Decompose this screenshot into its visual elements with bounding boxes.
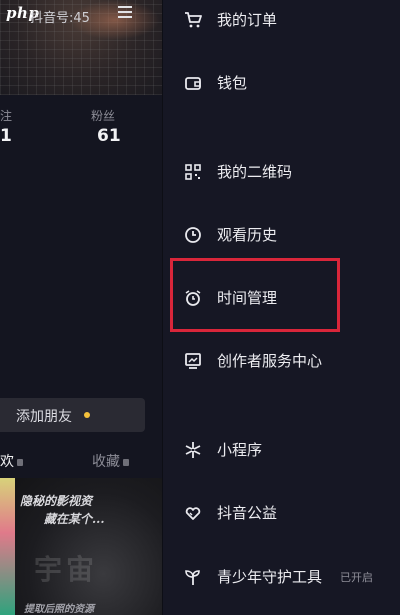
menu-item-label: 青少年守护工具: [217, 568, 323, 586]
tab-likes-label: 欢: [0, 454, 14, 470]
thumbnail-overlay-glyphs: 宇宙: [34, 553, 99, 586]
menu-item-watch-history[interactable]: 观看历史: [163, 215, 400, 255]
menu-item-youth-protection[interactable]: 青少年守护工具 已开启: [163, 557, 400, 597]
thumbnail-caption: 隐秘的影视资: [20, 494, 93, 508]
menu-item-public-welfare[interactable]: 抖音公益: [163, 493, 400, 533]
notification-dot: [84, 412, 90, 418]
heart-hands-icon: [184, 504, 202, 522]
menu-item-label: 小程序: [217, 441, 263, 459]
menu-item-my-orders[interactable]: 我的订单: [163, 0, 400, 40]
status-badge: 已开启: [340, 571, 373, 584]
stat-value-followers[interactable]: 61: [97, 126, 121, 146]
add-friend-label: 添加朋友: [16, 409, 72, 425]
menu-item-label: 我的二维码: [217, 163, 293, 181]
account-handle: 抖音号:45: [30, 11, 90, 26]
tab-likes[interactable]: 欢: [0, 451, 23, 471]
profile-page-background: php 抖音号:45 注 1 粉丝 61 添加朋友 欢 收藏 隐秘的影视资 藏在…: [0, 0, 162, 615]
add-friend-button[interactable]: 添加朋友: [0, 398, 145, 432]
sprout-icon: [184, 568, 202, 586]
stat-label-followers: 粉丝: [91, 109, 116, 123]
thumbnail-caption: 藏在某个...: [44, 512, 105, 526]
menu-item-label: 钱包: [217, 74, 248, 92]
menu-item-label: 抖音公益: [217, 504, 278, 522]
menu-item-mini-programs[interactable]: 小程序: [163, 430, 400, 470]
asterisk-icon: [184, 441, 202, 459]
menu-item-qr-code[interactable]: 我的二维码: [163, 152, 400, 192]
lock-icon: [17, 458, 23, 466]
clock-icon: [184, 226, 202, 244]
tab-favorites-label: 收藏: [92, 454, 120, 470]
menu-item-label: 我的订单: [217, 11, 278, 29]
cart-icon: [184, 11, 202, 29]
wallet-icon: [184, 74, 202, 92]
monitor-chart-icon: [184, 352, 202, 370]
menu-item-label: 创作者服务中心: [217, 352, 323, 370]
menu-icon[interactable]: [118, 6, 132, 18]
menu-item-creator-center[interactable]: 创作者服务中心: [163, 341, 400, 381]
video-thumbnail[interactable]: [0, 478, 15, 615]
stat-value-following[interactable]: 1: [0, 126, 12, 146]
stat-label-following: 注: [0, 109, 13, 123]
thumbnail-caption: 提取后照的资源: [24, 604, 94, 615]
menu-item-wallet[interactable]: 钱包: [163, 63, 400, 103]
highlight-box: [170, 258, 340, 332]
menu-item-label: 观看历史: [217, 226, 278, 244]
qr-code-icon: [184, 163, 202, 181]
tab-favorites[interactable]: 收藏: [92, 451, 129, 471]
lock-icon: [123, 458, 129, 466]
